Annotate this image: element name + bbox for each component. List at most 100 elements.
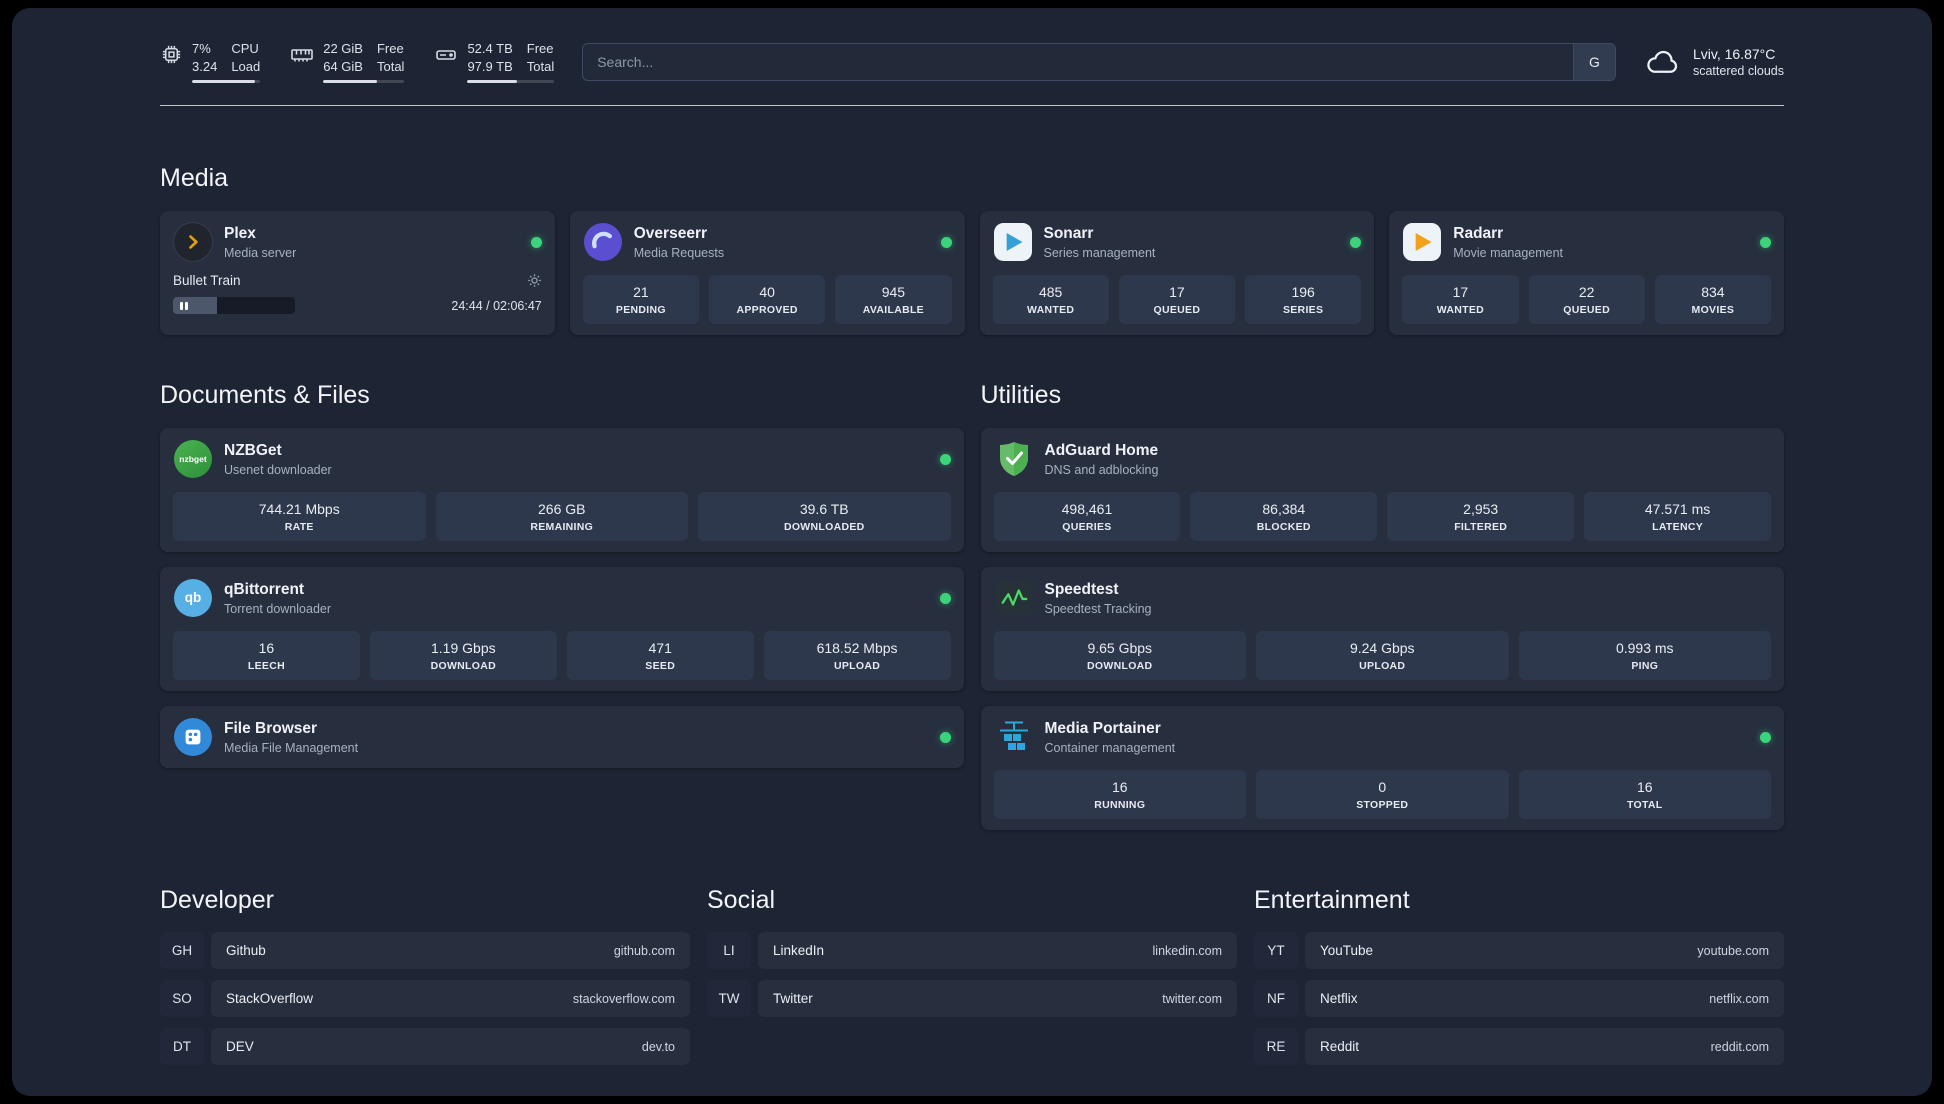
app-card-filebrowser[interactable]: File Browser Media File Management: [160, 706, 964, 769]
disk-widget: 52.4 TB 97.9 TB Free Total: [434, 40, 555, 84]
app-card-plex[interactable]: Plex Media server Bullet Train 24:44 / 0…: [160, 211, 555, 336]
bookmark-youtube[interactable]: YT YouTube youtube.com: [1254, 932, 1784, 970]
bookmark-domain: dev.to: [641, 1039, 675, 1054]
disk-total-label: Total: [526, 58, 555, 74]
stat-label: SEED: [645, 660, 676, 673]
pause-icon[interactable]: [180, 297, 188, 314]
bookmark-linkedin[interactable]: LI LinkedIn linkedin.com: [707, 932, 1237, 970]
app-subtitle: Media File Management: [224, 740, 359, 755]
stat-value: 0: [1378, 779, 1387, 796]
stat-value: 17: [1169, 284, 1185, 301]
bookmark-name: Reddit: [1320, 1039, 1360, 1055]
app-card-radarr[interactable]: Radarr Movie management 17 WANTED 22 QUE…: [1389, 211, 1784, 336]
stat-value: 39.6 TB: [799, 501, 849, 518]
gear-icon[interactable]: [527, 273, 542, 288]
bookmark-name: Github: [226, 943, 266, 959]
bookmark-name: StackOverflow: [226, 991, 314, 1007]
bookmark-pill: LinkedIn linkedin.com: [758, 932, 1237, 970]
stat-label: DOWNLOADED: [783, 521, 865, 534]
stat-value: 618.52 Mbps: [816, 640, 898, 657]
app-name: Sonarr: [1043, 224, 1094, 242]
stat-label: MOVIES: [1691, 304, 1735, 317]
stat-label: SERIES: [1282, 304, 1324, 317]
stat-value: 196: [1291, 284, 1315, 301]
disk-free-value: 52.4 TB: [467, 41, 513, 56]
bookmark-pill: YouTube youtube.com: [1305, 932, 1784, 970]
stat-value: 40: [759, 284, 775, 301]
ram-total-value: 64 GiB: [323, 58, 363, 74]
ram-widget: 22 GiB 64 GiB Free Total: [290, 40, 405, 84]
filebrowser-icon: [173, 717, 213, 757]
status-dot: [939, 592, 951, 604]
app-card-adguard[interactable]: AdGuard Home DNS and adblocking 498,461 …: [980, 428, 1784, 553]
utilities-heading: Utilities: [980, 381, 1062, 410]
search-input[interactable]: [583, 43, 1573, 80]
bookmark-domain: netflix.com: [1709, 991, 1769, 1006]
search-engine-button[interactable]: G: [1572, 43, 1615, 80]
disk-icon: [434, 43, 458, 67]
cpu-load-value: 3.24: [192, 58, 218, 74]
cpu-label: CPU: [231, 41, 259, 56]
stat-label: FILTERED: [1454, 521, 1508, 534]
cpu-chip-icon: [160, 43, 183, 66]
app-card-overseerr[interactable]: Overseerr Media Requests 21 PENDING 40 A…: [569, 211, 965, 336]
cpu-progress-bar: [192, 80, 261, 84]
bookmark-pill: Twitter twitter.com: [758, 980, 1237, 1018]
app-name: Overseerr: [633, 224, 708, 242]
bookmark-name: DEV: [226, 1039, 254, 1055]
bookmark-pill: DEV dev.to: [211, 1028, 690, 1066]
disk-progress-bar: [467, 80, 555, 84]
app-card-sonarr[interactable]: Sonarr Series management 485 WANTED 17 Q…: [979, 211, 1375, 336]
bookmark-dev[interactable]: DT DEV dev.to: [160, 1028, 690, 1066]
cloud-icon: [1644, 49, 1682, 77]
search-bar: G: [582, 42, 1616, 81]
stat-value: 21: [633, 284, 649, 301]
dashboard: 7% 3.24 CPU Load 22 GiB 64 GiB Free Tota…: [12, 8, 1932, 1096]
playback-progress-bar[interactable]: [173, 297, 295, 315]
bookmark-abbr: SO: [160, 980, 204, 1018]
app-card-portainer[interactable]: Media Portainer Container management 16 …: [980, 706, 1784, 831]
app-subtitle: Usenet downloader: [224, 462, 332, 477]
app-card-qbittorrent[interactable]: qb qBittorrent Torrent downloader 16 LEE…: [160, 567, 964, 692]
status-dot: [1760, 731, 1771, 743]
stat-tile: 618.52 Mbps UPLOAD: [763, 631, 951, 681]
stat-tile: 40 APPROVED: [709, 275, 826, 325]
bookmark-pill: Netflix netflix.com: [1305, 980, 1784, 1018]
bookmark-pill: StackOverflow stackoverflow.com: [211, 980, 690, 1018]
stat-label: REMAINING: [530, 521, 594, 534]
stat-value: 945: [881, 284, 906, 301]
stat-label: AVAILABLE: [862, 304, 924, 317]
stat-label: STOPPED: [1356, 799, 1409, 812]
bookmark-stackoverflow[interactable]: SO StackOverflow stackoverflow.com: [160, 980, 690, 1018]
bookmark-netflix[interactable]: NF Netflix netflix.com: [1254, 980, 1784, 1018]
stat-value: 47.571 ms: [1644, 501, 1711, 518]
weather-widget[interactable]: Lviv, 16.87°C scattered clouds: [1644, 46, 1784, 78]
ram-free-label: Free: [376, 41, 404, 56]
bookmark-twitter[interactable]: TW Twitter twitter.com: [707, 980, 1237, 1018]
stat-tile: 86,384 BLOCKED: [1190, 492, 1378, 542]
documents-heading: Documents & Files: [160, 381, 370, 410]
stat-label: APPROVED: [736, 304, 798, 317]
top-bar: 7% 3.24 CPU Load 22 GiB 64 GiB Free Tota…: [160, 40, 1784, 84]
app-card-nzbget[interactable]: nzbget NZBGet Usenet downloader 744.21 M…: [160, 428, 964, 553]
section-developer: Developer GH Github github.com SO StackO…: [160, 886, 690, 1066]
stat-tile: 1.19 Gbps DOWNLOAD: [369, 631, 557, 681]
stat-value: 16: [1111, 779, 1128, 796]
app-card-speedtest[interactable]: Speedtest Speedtest Tracking 9.65 Gbps D…: [980, 567, 1784, 692]
stat-value: 834: [1701, 284, 1725, 301]
stat-label: LEECH: [247, 660, 285, 673]
bookmark-abbr: GH: [160, 932, 204, 970]
bookmark-github[interactable]: GH Github github.com: [160, 932, 690, 970]
app-name: Radarr: [1453, 224, 1504, 242]
stat-tile: 39.6 TB DOWNLOADED: [698, 492, 951, 542]
bookmark-reddit[interactable]: RE Reddit reddit.com: [1254, 1028, 1784, 1066]
stat-value: 17: [1452, 284, 1469, 301]
entertainment-heading: Entertainment: [1254, 886, 1410, 915]
stat-tile: 744.21 Mbps RATE: [173, 492, 426, 542]
stat-tile: 0.993 ms PING: [1518, 631, 1771, 681]
bookmark-name: Twitter: [773, 991, 813, 1007]
app-name: Plex: [224, 224, 256, 242]
app-name: Speedtest: [1044, 580, 1119, 598]
stat-label: RUNNING: [1094, 799, 1146, 812]
stat-label: RATE: [284, 521, 314, 534]
